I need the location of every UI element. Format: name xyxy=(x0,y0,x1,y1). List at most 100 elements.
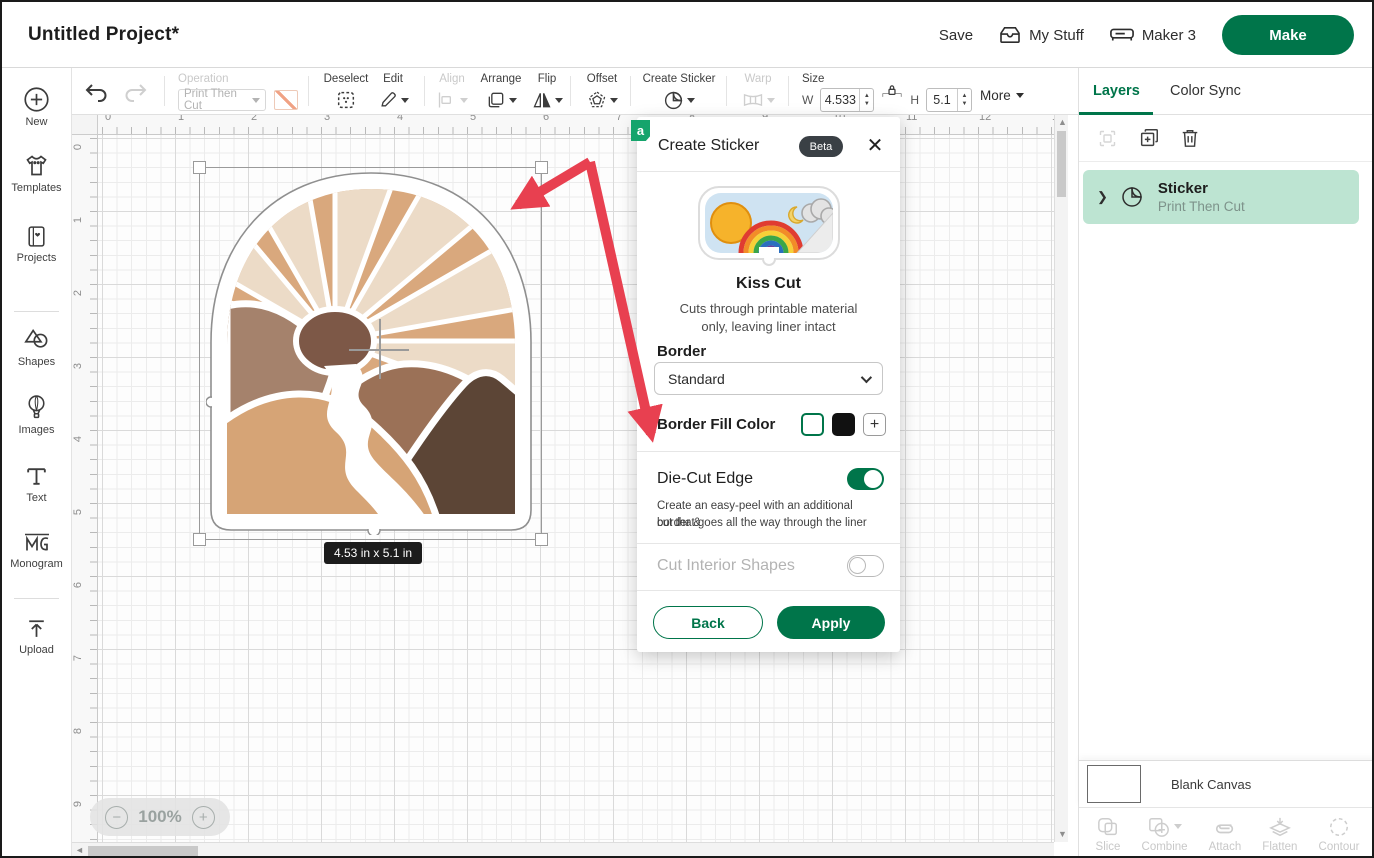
horizontal-scrollbar[interactable]: ◄ xyxy=(72,842,1054,858)
machine-selector[interactable]: Maker 3 xyxy=(1110,27,1196,44)
sidebar-item-monogram[interactable]: Monogram xyxy=(2,530,71,570)
my-stuff-icon xyxy=(999,26,1021,44)
chevron-down-icon xyxy=(1174,824,1182,829)
die-cut-edge-toggle[interactable] xyxy=(847,468,884,490)
chevron-down-icon xyxy=(555,98,563,103)
die-cut-edge-label: Die-Cut Edge xyxy=(657,470,753,488)
sidebar-item-images[interactable]: Images xyxy=(2,394,71,436)
insert-sidebar: New Templates Projects Shapes Images Tex… xyxy=(2,68,72,858)
duplicate-icon[interactable] xyxy=(1138,127,1160,149)
scroll-up-icon[interactable]: ▲ xyxy=(1058,118,1067,127)
attach-icon xyxy=(1213,816,1237,838)
canvas-color-swatch[interactable] xyxy=(1087,765,1141,803)
height-input[interactable] xyxy=(927,93,957,107)
border-fill-black-swatch[interactable] xyxy=(832,413,855,436)
deselect-button[interactable]: Deselect xyxy=(322,73,370,112)
sidebar-item-new[interactable]: New xyxy=(2,86,71,128)
undo-icon xyxy=(84,82,110,104)
layer-actions xyxy=(1079,115,1374,162)
undo-button[interactable] xyxy=(84,82,110,104)
scroll-left-icon[interactable]: ◄ xyxy=(75,846,84,855)
redo-button[interactable] xyxy=(122,82,148,104)
kiss-cut-illustration xyxy=(693,183,845,269)
border-dropdown[interactable]: Standard xyxy=(654,362,883,395)
align-icon xyxy=(437,91,457,109)
sticker-layer-icon xyxy=(1120,185,1144,209)
sticker-artwork[interactable] xyxy=(206,170,536,535)
operation-dropdown[interactable]: Print Then Cut xyxy=(178,89,266,111)
chevron-down-icon xyxy=(610,98,618,103)
sidebar-item-text[interactable]: Text xyxy=(2,464,71,504)
add-fill-color-button[interactable]: + xyxy=(863,413,886,436)
height-stepper[interactable]: ▲▼ xyxy=(957,89,971,111)
deselect-icon xyxy=(335,88,357,112)
width-input[interactable] xyxy=(821,93,859,107)
horizontal-scroll-thumb[interactable] xyxy=(88,846,198,856)
create-sticker-button[interactable]: Create Sticker xyxy=(644,73,714,112)
blank-canvas-row[interactable]: Blank Canvas xyxy=(1079,760,1374,807)
contour-button[interactable]: Contour xyxy=(1319,816,1360,853)
edit-toolbar: Operation Print Then Cut Deselect Edit A… xyxy=(72,68,1078,115)
width-input-box: ▲▼ xyxy=(820,88,874,112)
scroll-down-icon[interactable]: ▼ xyxy=(1058,830,1067,839)
apply-button[interactable]: Apply xyxy=(777,606,885,639)
tab-layers[interactable]: Layers xyxy=(1093,68,1140,115)
sidebar-item-upload[interactable]: Upload xyxy=(2,616,71,656)
cut-interior-shapes-label: Cut Interior Shapes xyxy=(657,557,795,575)
expand-chevron-icon[interactable]: ❯ xyxy=(1097,189,1108,205)
align-button[interactable]: Align xyxy=(432,73,472,112)
save-button[interactable]: Save xyxy=(939,27,973,44)
trash-icon[interactable] xyxy=(1180,127,1200,149)
toolbar-divider xyxy=(164,76,165,106)
vertical-ruler: 0 1 2 3 4 5 6 7 8 9 xyxy=(72,135,98,842)
vertical-scrollbar[interactable]: ▲ ▼ xyxy=(1054,115,1068,842)
border-fill-color-label: Border Fill Color xyxy=(657,416,775,433)
arrange-button[interactable]: Arrange xyxy=(476,73,526,112)
zoom-out-button[interactable]: − xyxy=(105,806,128,829)
lock-ratio-icon[interactable] xyxy=(881,83,903,99)
offset-button[interactable]: Offset xyxy=(580,73,624,112)
tab-color-sync[interactable]: Color Sync xyxy=(1170,68,1241,115)
close-icon[interactable]: ✕ xyxy=(864,135,886,157)
zoom-in-button[interactable]: + xyxy=(192,806,215,829)
cut-interior-shapes-toggle[interactable] xyxy=(847,555,884,577)
my-stuff-button[interactable]: My Stuff xyxy=(999,26,1084,44)
monogram-icon xyxy=(22,530,52,555)
more-button[interactable]: More xyxy=(980,88,1024,103)
back-button[interactable]: Back xyxy=(653,606,763,639)
cricut-design-space-window: Untitled Project* Save My Stuff Maker 3 … xyxy=(0,0,1374,858)
operation-color-swatch[interactable] xyxy=(274,90,298,110)
size-group: Size W ▲▼ H ▲▼ xyxy=(802,73,972,112)
sidebar-item-templates[interactable]: Templates xyxy=(2,152,71,194)
layer-tools-bar: Slice Combine Attach Flatten Contour xyxy=(1079,807,1374,858)
toolbar-divider xyxy=(788,76,789,106)
chevron-down-icon xyxy=(1016,93,1024,98)
border-label: Border xyxy=(657,343,706,360)
vertical-scroll-thumb[interactable] xyxy=(1057,131,1066,197)
combine-button[interactable]: Combine xyxy=(1142,816,1188,853)
toolbar-divider xyxy=(424,76,425,106)
die-cut-description-line2: cut that goes all the way through the li… xyxy=(657,515,882,532)
top-bar-actions: Save My Stuff Maker 3 Make xyxy=(939,2,1354,68)
new-icon xyxy=(23,86,50,113)
sidebar-item-projects[interactable]: Projects xyxy=(2,224,71,264)
sidebar-item-shapes[interactable]: Shapes xyxy=(2,326,71,368)
toolbar-divider xyxy=(630,76,631,106)
flatten-button[interactable]: Flatten xyxy=(1262,816,1297,853)
flatten-icon xyxy=(1268,816,1292,838)
width-stepper[interactable]: ▲▼ xyxy=(859,89,873,111)
slice-button[interactable]: Slice xyxy=(1096,816,1121,853)
make-button[interactable]: Make xyxy=(1222,15,1354,55)
flip-button[interactable]: Flip xyxy=(530,73,564,112)
edit-button[interactable]: Edit xyxy=(375,73,411,112)
panel-divider xyxy=(637,543,900,544)
warp-button[interactable]: Warp xyxy=(738,73,778,112)
panel-divider xyxy=(637,590,900,591)
cut-type-title: Kiss Cut xyxy=(637,275,900,293)
attach-button[interactable]: Attach xyxy=(1209,816,1242,853)
border-fill-white-swatch[interactable] xyxy=(801,413,824,436)
group-icon[interactable] xyxy=(1097,128,1118,149)
projects-icon xyxy=(24,224,49,249)
layer-row-sticker[interactable]: ❯ Sticker Print Then Cut xyxy=(1083,170,1359,224)
shapes-icon xyxy=(23,326,50,353)
